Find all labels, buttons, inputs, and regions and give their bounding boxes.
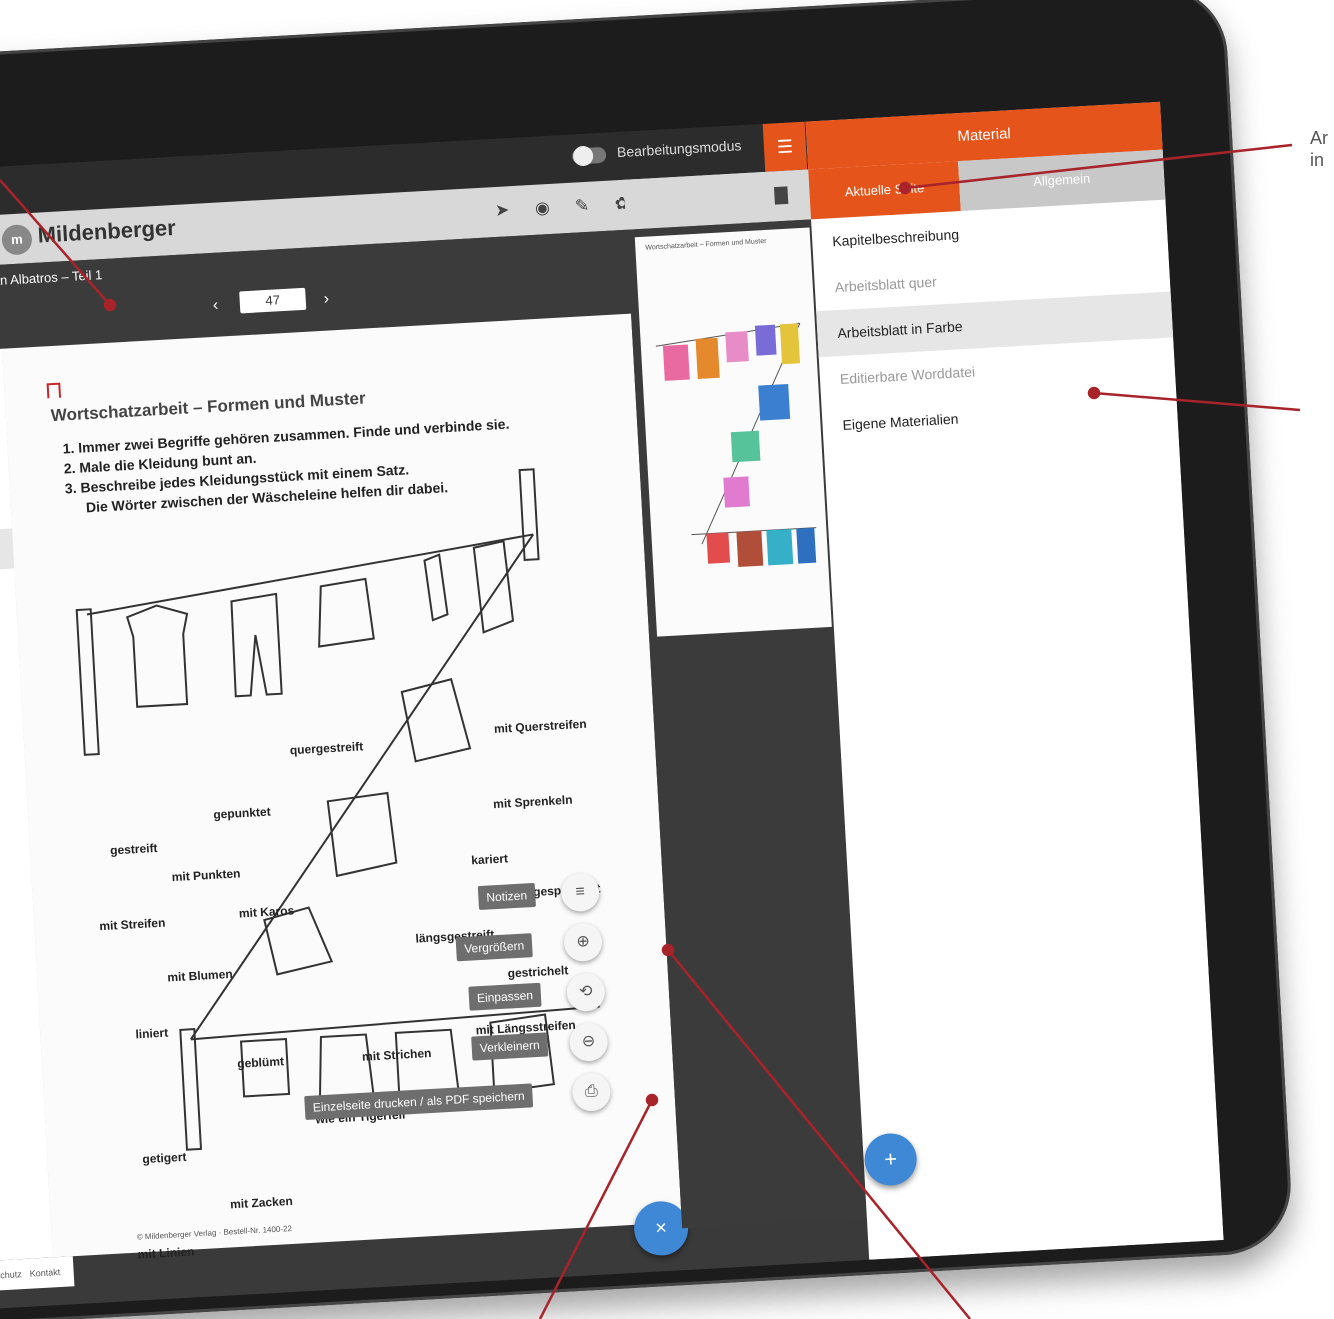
annotation-text: in — [1310, 150, 1325, 170]
annotation-text: Ar — [1310, 128, 1328, 148]
callout-lines — [0, 143, 1301, 1319]
